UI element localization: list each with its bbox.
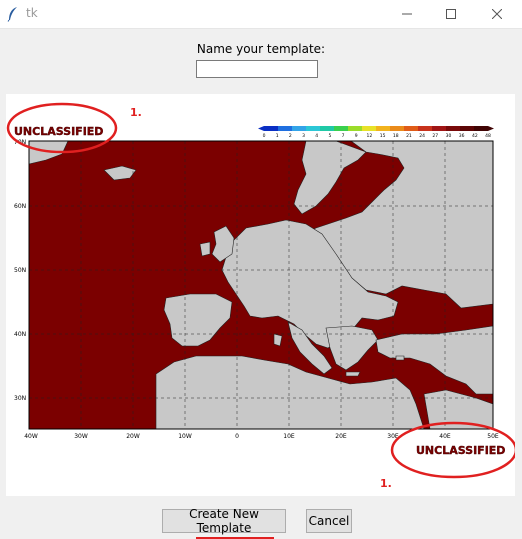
colorbar-swatch	[404, 126, 418, 131]
lon-label: 50E	[487, 433, 499, 440]
lat-label: 30N	[14, 395, 26, 402]
colorbar-swatch	[362, 126, 376, 131]
colorbar-swatch	[334, 126, 348, 131]
colorbar-tick-label: 5	[328, 133, 331, 139]
lon-label: 10E	[283, 433, 295, 440]
colorbar-swatch	[474, 126, 488, 131]
colorbar-tick-label: 4	[315, 133, 318, 139]
maximize-icon	[446, 9, 456, 19]
colorbar-tick-label: 24	[419, 133, 425, 139]
colorbar-tick-label: 42	[472, 133, 478, 139]
colorbar-tick-label: 12	[367, 133, 373, 139]
close-button[interactable]	[474, 0, 520, 28]
template-name-label: Name your template:	[196, 42, 326, 56]
colorbar-tick-label: 36	[459, 133, 465, 139]
maximize-button[interactable]	[428, 0, 474, 28]
colorbar-tick-label: 27	[432, 133, 438, 139]
cancel-button[interactable]: Cancel	[306, 509, 352, 533]
colorbar-swatch	[376, 126, 390, 131]
colorbar-tick-label: 9	[355, 133, 358, 139]
colorbar-swatch	[460, 126, 474, 131]
colorbar-swatch	[292, 126, 306, 131]
colorbar-swatch	[390, 126, 404, 131]
title-bar: tk	[0, 0, 522, 29]
lon-label: 30W	[74, 433, 88, 440]
colorbar-tick-label: 30	[446, 133, 452, 139]
feather-icon	[7, 7, 17, 22]
colorbar-tick-label: 3	[302, 133, 305, 139]
colorbar-tick-label: 21	[406, 133, 412, 139]
colorbar-swatch	[306, 126, 320, 131]
watermark-top: UNCLASSIFIED	[14, 125, 103, 138]
minimize-icon	[402, 13, 412, 15]
lon-label: 20E	[335, 433, 347, 440]
colorbar-swatch	[446, 126, 460, 131]
colorbar-swatch	[418, 126, 432, 131]
watermark-bottom: UNCLASSIFIED	[416, 444, 505, 457]
colorbar-tick-label: 15	[380, 133, 386, 139]
map-preview: 70N 60N 50N 40N 30N 40W 30W 20W 10W 0 10…	[6, 102, 515, 490]
colorbar: 0 1 2 3 4 5 7 9 12 15 18 21 24 27 30 36 42 48	[258, 126, 494, 139]
colorbar-tick-label: 18	[393, 133, 399, 139]
map-preview-panel: 70N 60N 50N 40N 30N 40W 30W 20W 10W 0 10…	[6, 94, 515, 496]
lat-label: 40N	[14, 331, 26, 338]
minimize-button[interactable]	[384, 0, 430, 28]
lat-label: 60N	[14, 203, 26, 210]
colorbar-swatch	[278, 126, 292, 131]
colorbar-arrow-left	[258, 126, 264, 131]
colorbar-arrow-right	[488, 126, 494, 131]
close-icon	[492, 9, 502, 19]
colorbar-tick-label: 48	[485, 133, 491, 139]
lon-label: 40E	[439, 433, 451, 440]
window-title: tk	[26, 6, 38, 20]
lon-label: 20W	[126, 433, 140, 440]
colorbar-swatch	[264, 126, 278, 131]
lon-label: 10W	[178, 433, 192, 440]
lon-label: 0	[235, 433, 239, 440]
annotation-number-bottom: 1.	[380, 477, 392, 490]
colorbar-swatch	[348, 126, 362, 131]
lat-label: 50N	[14, 267, 26, 274]
colorbar-tick-label: 7	[342, 133, 345, 139]
colorbar-tick-label: 0	[263, 133, 266, 139]
colorbar-swatch	[320, 126, 334, 131]
colorbar-tick-label: 1	[276, 133, 279, 139]
colorbar-swatch	[432, 126, 446, 131]
create-template-button[interactable]: Create New Template	[162, 507, 286, 535]
lon-label: 40W	[24, 433, 38, 440]
colorbar-tick-label: 2	[289, 133, 292, 139]
template-name-input[interactable]	[196, 60, 318, 78]
annotation-number-top: 1.	[130, 106, 142, 119]
